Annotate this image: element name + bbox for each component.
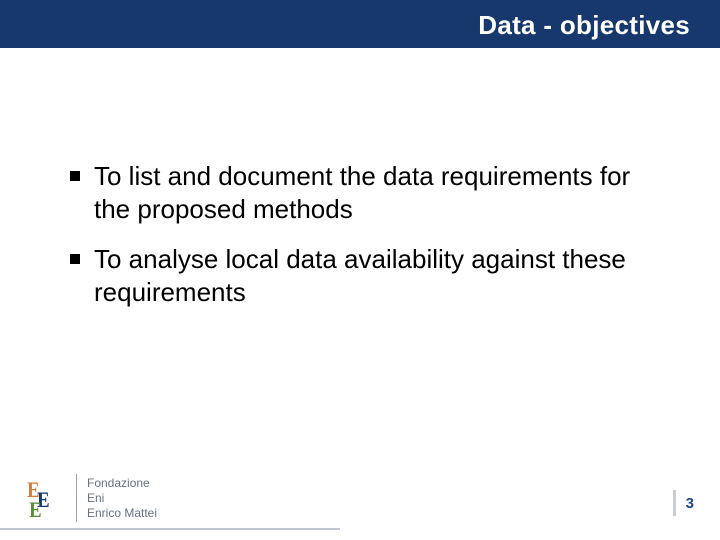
- logo-divider: [76, 474, 77, 522]
- logo-letter: E: [29, 497, 41, 523]
- logo-line: Enrico Mattei: [87, 506, 157, 521]
- bullet-text: To analyse local data availability again…: [94, 243, 650, 308]
- logo: E E E Fondazione Eni Enrico Mattei: [26, 470, 206, 526]
- logo-mark-icon: E E E: [26, 475, 66, 521]
- bullet-item: To analyse local data availability again…: [70, 243, 650, 308]
- footer: E E E Fondazione Eni Enrico Mattei 3: [0, 454, 720, 540]
- bullet-text: To list and document the data requiremen…: [94, 160, 650, 225]
- content-body: To list and document the data requiremen…: [70, 160, 650, 326]
- logo-line: Eni: [87, 491, 157, 506]
- logo-line: Fondazione: [87, 476, 157, 491]
- slide: Data - objectives To list and document t…: [0, 0, 720, 540]
- title-bar: Data - objectives: [0, 0, 720, 48]
- bullet-marker-icon: [70, 254, 80, 264]
- logo-text: Fondazione Eni Enrico Mattei: [87, 476, 157, 521]
- bullet-marker-icon: [70, 171, 80, 181]
- page-number: 3: [673, 490, 694, 516]
- slide-title: Data - objectives: [478, 10, 690, 41]
- footer-rule: [0, 528, 340, 530]
- bullet-item: To list and document the data requiremen…: [70, 160, 650, 225]
